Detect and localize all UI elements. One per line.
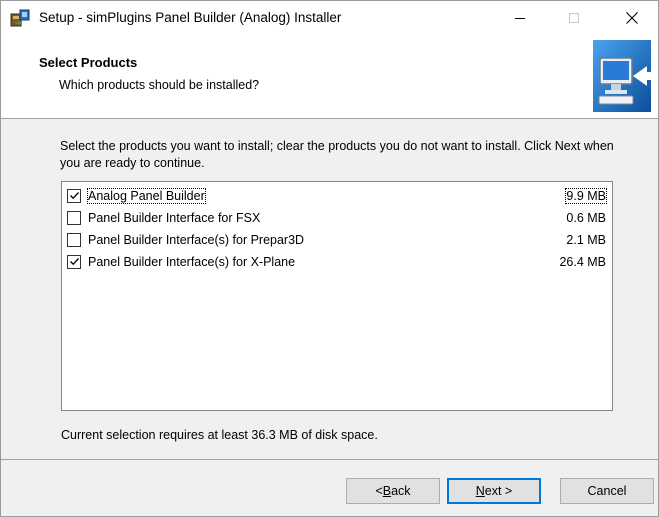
maximize-button[interactable]: [551, 1, 597, 35]
next-rest: ext >: [484, 484, 513, 498]
back-rest: ack: [391, 484, 411, 498]
next-button[interactable]: Next >: [447, 478, 541, 504]
list-item[interactable]: Panel Builder Interface(s) for Prepar3D …: [65, 229, 611, 250]
title-bar[interactable]: Setup - simPlugins Panel Builder (Analog…: [1, 1, 658, 35]
list-item[interactable]: Panel Builder Interface(s) for X-Plane 2…: [65, 251, 611, 272]
product-size: 2.1 MB: [566, 232, 606, 247]
disk-space-status: Current selection requires at least 36.3…: [61, 428, 378, 442]
checkmark-icon: [69, 192, 79, 200]
close-button[interactable]: [609, 1, 655, 35]
wizard-header: Select Products Which products should be…: [1, 35, 658, 119]
back-button[interactable]: < Back: [346, 478, 440, 504]
checkbox-checked[interactable]: [67, 254, 81, 269]
cancel-button[interactable]: Cancel: [560, 478, 654, 504]
minimize-button[interactable]: [497, 1, 543, 35]
product-label: Analog Panel Builder: [87, 187, 206, 204]
checkbox-checked[interactable]: [67, 188, 81, 203]
list-item[interactable]: Panel Builder Interface for FSX 0.6 MB: [65, 207, 611, 228]
installer-window: Setup - simPlugins Panel Builder (Analog…: [0, 0, 659, 517]
product-size: 26.4 MB: [559, 254, 606, 269]
minimize-icon: [515, 17, 525, 19]
product-label: Panel Builder Interface(s) for Prepar3D: [88, 232, 305, 247]
product-size: 0.6 MB: [566, 210, 606, 225]
window-title: Setup - simPlugins Panel Builder (Analog…: [39, 10, 342, 25]
checkbox-unchecked[interactable]: [67, 210, 81, 225]
back-prefix: <: [375, 484, 383, 498]
checkbox-unchecked[interactable]: [67, 232, 81, 247]
maximize-icon: [569, 13, 579, 23]
product-label: Panel Builder Interface for FSX: [88, 210, 261, 225]
next-hotkey: N: [475, 484, 485, 498]
wizard-computer-icon: [593, 40, 651, 112]
checkmark-icon: [69, 258, 79, 266]
back-hotkey: B: [382, 484, 392, 498]
page-title: Select Products: [39, 55, 138, 70]
close-icon: [626, 12, 638, 24]
product-label: Panel Builder Interface(s) for X-Plane: [88, 254, 296, 269]
product-list[interactable]: Analog Panel Builder 9.9 MB Panel Builde…: [61, 181, 613, 411]
installer-app-icon: [10, 9, 30, 27]
instructions-text: Select the products you want to install;…: [60, 139, 614, 170]
list-item[interactable]: Analog Panel Builder 9.9 MB: [65, 185, 611, 206]
divider: [1, 459, 658, 460]
page-subtitle: Which products should be installed?: [59, 78, 260, 92]
product-size: 9.9 MB: [565, 187, 607, 204]
